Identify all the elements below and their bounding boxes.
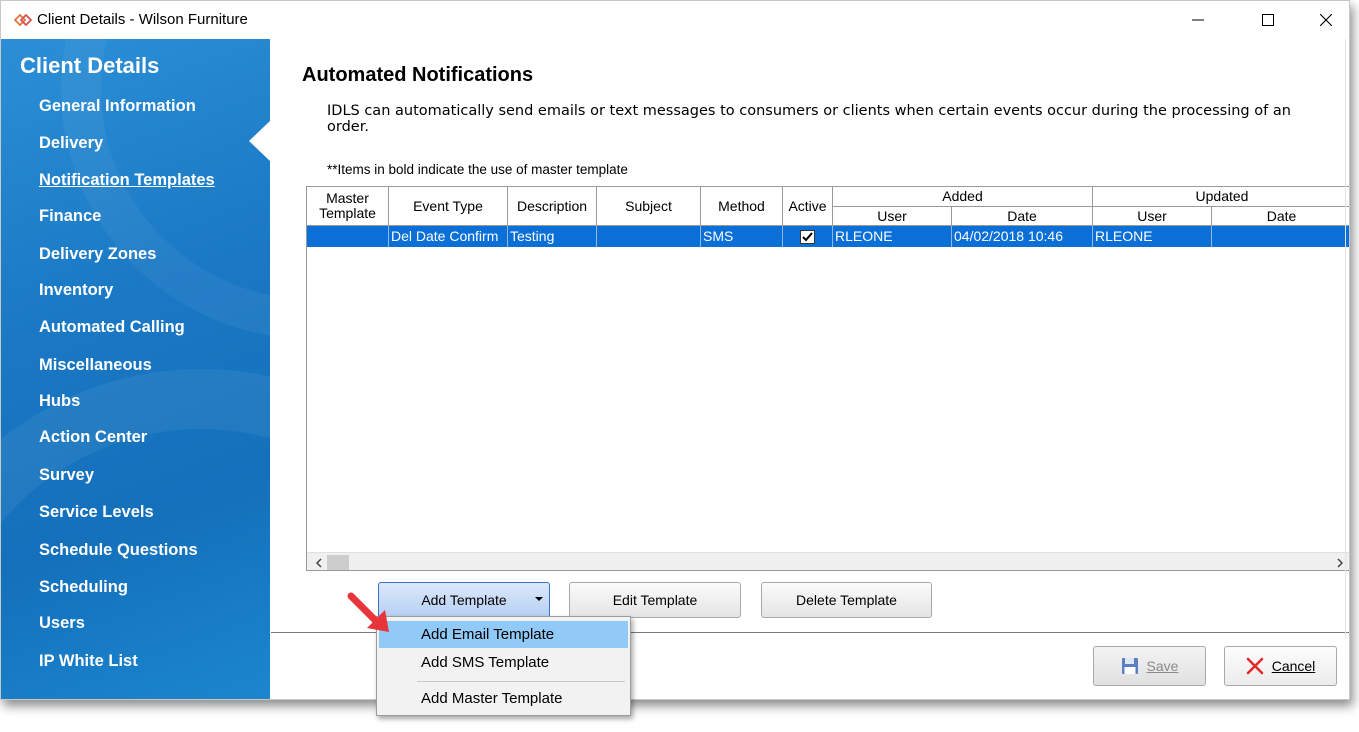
sidebar-item-delivery[interactable]: Delivery bbox=[39, 134, 103, 153]
save-label: Save bbox=[1146, 658, 1179, 674]
cell-event-type: Del Date Confirm bbox=[389, 226, 508, 247]
menu-item-add-email-template[interactable]: Add Email Template bbox=[379, 621, 628, 648]
sidebar-item-inventory[interactable]: Inventory bbox=[39, 281, 113, 300]
scroll-thumb[interactable] bbox=[327, 555, 349, 570]
active-item-pointer bbox=[249, 120, 271, 162]
edit-template-button[interactable]: Edit Template bbox=[569, 582, 741, 618]
active-checkbox[interactable] bbox=[800, 230, 815, 244]
sidebar-title: Client Details bbox=[20, 53, 160, 78]
red-x-icon bbox=[1246, 657, 1264, 675]
sidebar-item-action-center[interactable]: Action Center bbox=[39, 428, 147, 447]
cancel-label: Cancel bbox=[1271, 658, 1316, 674]
column-group-added: Added bbox=[833, 187, 1093, 207]
window-right-edge bbox=[1345, 39, 1346, 639]
maximize-button[interactable] bbox=[1239, 1, 1297, 39]
title-bar: Client Details - Wilson Furniture bbox=[1, 1, 1349, 39]
column-header-description[interactable]: Description bbox=[508, 187, 597, 226]
cell-added-date: 04/02/2018 10:46 bbox=[952, 226, 1093, 247]
sidebar-item-service-levels[interactable]: Service Levels bbox=[39, 503, 154, 522]
chevron-left-icon bbox=[315, 557, 322, 568]
sidebar-item-general-information[interactable]: General Information bbox=[39, 97, 196, 116]
window-title: Client Details - Wilson Furniture bbox=[37, 11, 248, 28]
menu-item-add-master-template[interactable]: Add Master Template bbox=[379, 685, 628, 712]
sidebar-item-miscellaneous[interactable]: Miscellaneous bbox=[39, 356, 152, 375]
close-icon bbox=[1320, 14, 1332, 26]
column-header-subject[interactable]: Subject bbox=[597, 187, 701, 226]
main-content: Automated Notifications IDLS can automat… bbox=[271, 39, 1349, 699]
red-arrow-icon bbox=[347, 592, 389, 632]
page-description: IDLS can automatically send emails or te… bbox=[327, 103, 1291, 135]
sidebar-item-notification-templates[interactable]: Notification Templates bbox=[39, 171, 215, 190]
page-title: Automated Notifications bbox=[302, 64, 534, 86]
add-template-button[interactable]: Add Template bbox=[378, 582, 550, 618]
sidebar-item-users[interactable]: Users bbox=[39, 614, 85, 633]
column-header-updated-date[interactable]: Date bbox=[1212, 207, 1349, 226]
column-group-updated: Updated bbox=[1093, 187, 1349, 207]
add-template-menu: Add Email Template Add SMS Template Add … bbox=[376, 616, 631, 716]
sidebar-item-automated-calling[interactable]: Automated Calling bbox=[39, 318, 185, 337]
column-header-added-user[interactable]: User bbox=[833, 207, 952, 226]
notification-templates-grid: Master Template Event Type Description S… bbox=[306, 186, 1349, 571]
maximize-icon bbox=[1262, 14, 1274, 26]
cell-subject bbox=[597, 226, 701, 247]
delete-template-button[interactable]: Delete Template bbox=[761, 582, 932, 618]
minimize-icon bbox=[1192, 19, 1204, 21]
scroll-left-button[interactable] bbox=[309, 553, 328, 570]
add-template-label: Add Template bbox=[421, 592, 507, 608]
cell-master-template bbox=[307, 226, 389, 247]
sidebar-item-finance[interactable]: Finance bbox=[39, 207, 101, 226]
sidebar: Client Details General Information Deliv… bbox=[1, 39, 270, 699]
horizontal-scrollbar[interactable] bbox=[307, 552, 1349, 570]
sidebar-item-ip-white-list[interactable]: IP White List bbox=[39, 652, 138, 671]
sidebar-item-schedule-questions[interactable]: Schedule Questions bbox=[39, 541, 198, 560]
column-header-added-date[interactable]: Date bbox=[952, 207, 1093, 226]
column-header-event-type[interactable]: Event Type bbox=[389, 187, 508, 226]
minimize-button[interactable] bbox=[1169, 1, 1227, 39]
app-logo-icon bbox=[13, 13, 33, 27]
column-header-master-template[interactable]: Master Template bbox=[307, 187, 389, 226]
close-button[interactable] bbox=[1297, 1, 1349, 39]
sidebar-item-delivery-zones[interactable]: Delivery Zones bbox=[39, 245, 156, 264]
column-header-active[interactable]: Active bbox=[783, 187, 833, 226]
master-template-note: **Items in bold indicate the use of mast… bbox=[327, 162, 628, 177]
client-details-window: Client Details - Wilson Furniture Client… bbox=[0, 0, 1350, 700]
column-header-method[interactable]: Method bbox=[701, 187, 783, 226]
cell-updated-date bbox=[1212, 226, 1349, 247]
chevron-down-icon bbox=[535, 597, 543, 601]
sidebar-item-survey[interactable]: Survey bbox=[39, 466, 94, 485]
column-header-updated-user[interactable]: User bbox=[1093, 207, 1212, 226]
cell-description: Testing bbox=[508, 226, 597, 247]
menu-item-add-sms-template[interactable]: Add SMS Template bbox=[379, 649, 628, 676]
scroll-right-button[interactable] bbox=[1331, 553, 1349, 570]
sidebar-item-scheduling[interactable]: Scheduling bbox=[39, 578, 128, 597]
cancel-button[interactable]: Cancel bbox=[1224, 646, 1337, 686]
cell-method: SMS bbox=[701, 226, 783, 247]
checkmark-icon bbox=[802, 232, 813, 242]
save-button[interactable]: Save bbox=[1093, 646, 1206, 686]
sidebar-item-hubs[interactable]: Hubs bbox=[39, 392, 80, 411]
floppy-disk-icon bbox=[1121, 657, 1139, 675]
cell-added-user: RLEONE bbox=[833, 226, 952, 247]
cell-updated-user: RLEONE bbox=[1093, 226, 1212, 247]
menu-separator bbox=[417, 681, 625, 682]
chevron-right-icon bbox=[1337, 557, 1344, 568]
